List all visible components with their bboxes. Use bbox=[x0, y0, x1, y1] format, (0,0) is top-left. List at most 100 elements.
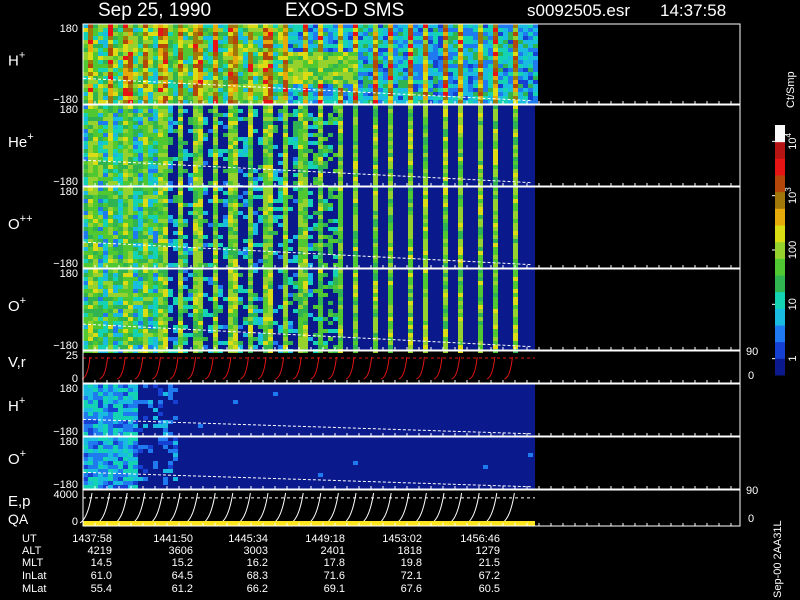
heatmap-cell bbox=[353, 211, 358, 215]
heatmap-cell bbox=[298, 341, 303, 345]
heatmap-cell bbox=[138, 109, 143, 113]
heatmap-cell bbox=[268, 165, 273, 169]
heatmap-cell bbox=[303, 117, 308, 121]
heatmap-cell bbox=[253, 187, 258, 191]
heatmap-cell bbox=[208, 313, 213, 317]
heatmap-cell bbox=[148, 157, 153, 161]
heatmap-cell bbox=[313, 141, 318, 145]
heatmap-cell bbox=[173, 28, 178, 32]
heatmap-cell bbox=[293, 187, 298, 191]
heatmap-cell bbox=[93, 325, 98, 329]
heatmap-cell bbox=[528, 40, 533, 44]
heatmap-cell bbox=[488, 40, 493, 44]
heatmap-cell bbox=[513, 52, 518, 56]
heatmap-cell bbox=[388, 60, 393, 64]
heatmap-cell bbox=[473, 44, 478, 48]
heatmap-cell bbox=[513, 72, 518, 76]
heatmap-cell bbox=[113, 333, 118, 337]
heatmap-cell bbox=[193, 24, 198, 28]
heatmap-cell bbox=[513, 145, 518, 149]
heatmap-cell bbox=[238, 297, 243, 301]
heatmap-cell bbox=[413, 28, 418, 32]
heatmap-cell bbox=[248, 28, 253, 32]
heatmap-cell bbox=[263, 329, 268, 333]
heatmap-cell bbox=[153, 72, 158, 76]
heatmap-cell bbox=[263, 56, 268, 60]
heatmap-cell bbox=[88, 145, 93, 149]
heatmap-cell bbox=[373, 88, 378, 92]
heatmap-cell bbox=[158, 329, 163, 333]
heatmap-cell bbox=[388, 211, 393, 215]
heatmap-cell bbox=[163, 219, 168, 223]
heatmap-cell bbox=[338, 100, 343, 104]
heatmap-cell bbox=[448, 28, 453, 32]
heatmap-cell bbox=[518, 92, 523, 96]
heatmap-cell bbox=[228, 88, 233, 92]
heatmap-cell bbox=[233, 105, 238, 109]
heatmap-cell bbox=[428, 60, 433, 64]
heatmap-cell bbox=[123, 181, 128, 185]
heatmap-cell bbox=[503, 52, 508, 56]
heatmap-cell bbox=[183, 149, 188, 153]
heatmap-cell bbox=[323, 100, 328, 104]
heatmap-cell bbox=[373, 191, 378, 195]
heatmap-cell bbox=[508, 36, 513, 40]
heatmap-cell bbox=[493, 187, 498, 191]
heatmap-cell bbox=[478, 215, 483, 219]
heatmap-cell bbox=[163, 289, 168, 293]
heatmap-cell bbox=[168, 109, 173, 113]
heatmap-cell bbox=[338, 96, 343, 100]
heatmap-cell bbox=[93, 223, 98, 227]
heatmap-cell bbox=[353, 239, 358, 243]
heatmap-cell bbox=[363, 40, 368, 44]
heatmap-cell bbox=[133, 255, 138, 259]
heatmap-cell bbox=[163, 215, 168, 219]
heatmap-cell bbox=[278, 52, 283, 56]
heatmap-cell bbox=[88, 195, 93, 199]
heatmap-cell bbox=[388, 36, 393, 40]
heatmap-cell bbox=[163, 173, 168, 177]
heatmap-cell bbox=[198, 40, 203, 44]
heatmap-cell bbox=[278, 305, 283, 309]
heatmap-cell bbox=[88, 251, 93, 255]
heatmap-cell bbox=[123, 263, 128, 267]
heatmap-cell bbox=[203, 36, 208, 40]
heatmap-cell bbox=[303, 48, 308, 52]
heatmap-cell bbox=[183, 76, 188, 80]
heatmap-cell bbox=[178, 207, 183, 211]
heatmap-cell bbox=[443, 169, 448, 173]
heatmap-cell bbox=[483, 100, 488, 104]
heatmap-cell bbox=[123, 113, 128, 117]
heatmap-cell bbox=[288, 68, 293, 72]
heatmap-cell bbox=[118, 36, 123, 40]
heatmap-cell bbox=[258, 48, 263, 52]
heatmap-cell bbox=[493, 121, 498, 125]
heatmap-cell bbox=[198, 48, 203, 52]
heatmap-cell bbox=[513, 141, 518, 145]
heatmap-cell bbox=[88, 313, 93, 317]
heatmap-cell bbox=[303, 195, 308, 199]
heatmap-cell bbox=[423, 211, 428, 215]
heatmap-cell bbox=[233, 305, 238, 309]
heatmap-cell bbox=[353, 309, 358, 313]
heatmap-cell bbox=[178, 52, 183, 56]
heatmap-cell bbox=[223, 96, 228, 100]
heatmap-cell bbox=[123, 153, 128, 157]
heatmap-cell bbox=[153, 28, 158, 32]
heatmap-cell bbox=[463, 52, 468, 56]
heatmap-cell bbox=[123, 72, 128, 76]
heatmap-cell bbox=[323, 56, 328, 60]
heatmap-cell bbox=[208, 263, 213, 267]
heatmap-cell bbox=[293, 133, 298, 137]
heatmap-cell bbox=[283, 109, 288, 113]
heatmap-cell bbox=[143, 259, 148, 263]
heatmap-cell bbox=[408, 219, 413, 223]
heatmap-cell bbox=[218, 40, 223, 44]
heatmap-cell bbox=[118, 255, 123, 259]
heatmap-cell bbox=[273, 177, 278, 181]
heatmap-cell bbox=[353, 219, 358, 223]
heatmap-cell bbox=[268, 281, 273, 285]
heatmap-cell bbox=[353, 161, 358, 165]
heatmap-cell bbox=[108, 52, 113, 56]
heatmap-cell bbox=[108, 223, 113, 227]
